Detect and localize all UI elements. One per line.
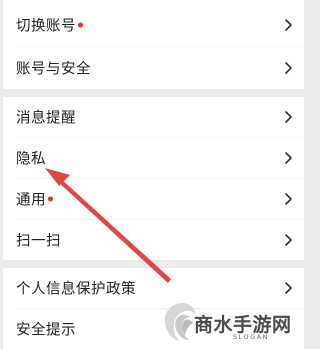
privacy-row[interactable]: 隐私 [3, 138, 304, 178]
privacy-label: 隐私 [16, 151, 46, 168]
chevron-right-icon [285, 193, 292, 205]
red-dot-badge [78, 22, 83, 28]
chevron-right-icon [285, 62, 292, 74]
privacy-policy-label: 个人信息保护政策 [16, 281, 136, 298]
security-tips-label: 安全提示 [16, 322, 76, 339]
account-security-row[interactable]: 账号与安全 [3, 48, 304, 88]
settings-group-account: 切换账号 账号与安全 [3, 0, 304, 89]
general-row[interactable]: 通用 [3, 179, 304, 219]
chevron-right-icon [285, 152, 292, 164]
scan-row[interactable]: 扫一扫 [3, 220, 304, 260]
chevron-right-icon [285, 111, 292, 123]
chevron-right-icon [285, 19, 292, 31]
message-notification-label: 消息提醒 [16, 110, 76, 127]
general-label: 通用 [16, 189, 53, 210]
settings-group-general: 消息提醒 隐私 通用 扫一扫 [3, 97, 304, 260]
security-tips-row[interactable]: 安全提示 [3, 309, 304, 349]
scan-label: 扫一扫 [16, 233, 61, 250]
chevron-right-icon [285, 234, 292, 246]
message-notification-row[interactable]: 消息提醒 [3, 97, 304, 137]
red-dot-badge [48, 196, 53, 202]
chevron-right-icon [285, 282, 292, 294]
privacy-policy-row[interactable]: 个人信息保护政策 [3, 268, 304, 308]
switch-account-row[interactable]: 切换账号 [3, 5, 304, 45]
switch-account-label: 切换账号 [16, 15, 83, 36]
row-divider [16, 46, 304, 47]
settings-screen: 切换账号 账号与安全 消息提醒 隐私 通用 扫一扫 个人信息保护政策 安全提示 … [0, 0, 320, 349]
settings-group-policy: 个人信息保护政策 安全提示 [3, 268, 304, 349]
account-security-label: 账号与安全 [16, 61, 91, 78]
